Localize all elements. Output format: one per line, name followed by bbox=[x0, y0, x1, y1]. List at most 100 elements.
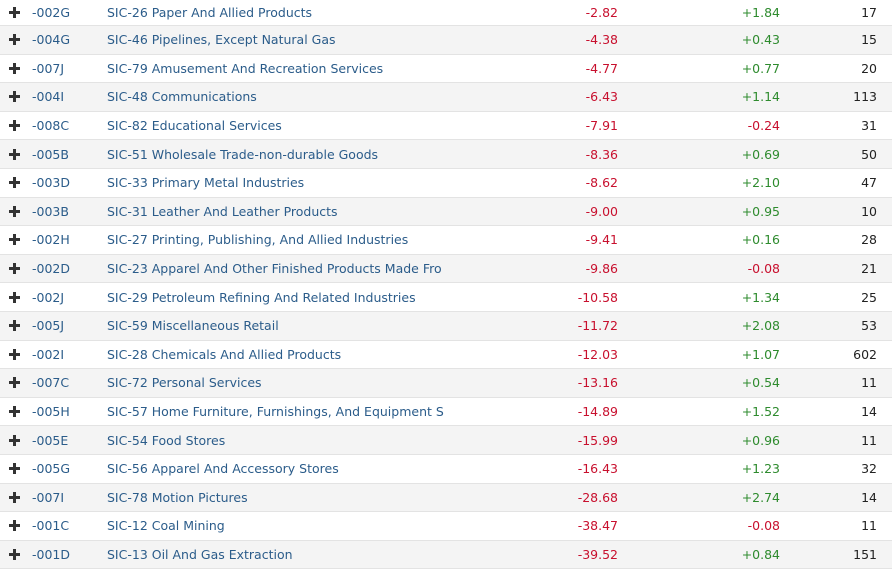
industry-code: -002D bbox=[32, 261, 70, 277]
expand-plus-icon[interactable] bbox=[9, 426, 21, 454]
expand-plus-icon[interactable] bbox=[9, 283, 21, 311]
expand-plus-icon[interactable] bbox=[9, 255, 21, 283]
industry-name-link[interactable]: SIC-23 Apparel And Other Finished Produc… bbox=[107, 255, 442, 283]
industry-name-link[interactable]: SIC-82 Educational Services bbox=[107, 112, 282, 140]
company-count: 151 bbox=[853, 546, 877, 562]
expand-plus-icon[interactable] bbox=[9, 26, 21, 54]
industry-name-link[interactable]: SIC-46 Pipelines, Except Natural Gas bbox=[107, 26, 336, 54]
industry-code: -007I bbox=[32, 489, 65, 505]
company-count: 113 bbox=[853, 89, 877, 105]
expand-plus-icon[interactable] bbox=[9, 55, 21, 83]
performance-value: -12.03 bbox=[577, 346, 618, 362]
company-count: 11 bbox=[861, 432, 877, 448]
industry-name-link[interactable]: SIC-29 Petroleum Refining And Related In… bbox=[107, 283, 416, 311]
company-count: 15 bbox=[861, 32, 877, 48]
expand-plus-icon[interactable] bbox=[9, 198, 21, 226]
company-count: 47 bbox=[861, 175, 877, 191]
industry-name-link[interactable]: SIC-48 Communications bbox=[107, 83, 257, 111]
table-row[interactable]: -007C SIC-72 Personal Services -13.16 +0.54… bbox=[0, 369, 892, 398]
change-value: +2.74 bbox=[741, 489, 780, 505]
table-row[interactable]: -003B SIC-31 Leather And Leather Products… bbox=[0, 197, 892, 227]
table-row[interactable]: -004G SIC-46 Pipelines, Except Natural Ga… bbox=[0, 26, 892, 55]
expand-plus-icon[interactable] bbox=[9, 541, 21, 569]
expand-plus-icon[interactable] bbox=[9, 341, 21, 369]
company-count: 31 bbox=[861, 118, 877, 134]
industry-name-link[interactable]: SIC-59 Miscellaneous Retail bbox=[107, 312, 279, 340]
industry-name-link[interactable]: SIC-78 Motion Pictures bbox=[107, 484, 248, 512]
expand-plus-icon[interactable] bbox=[9, 369, 21, 397]
table-row[interactable]: -005E SIC-54 Food Stores -15.99 +0.96 11 bbox=[0, 426, 892, 455]
table-row[interactable]: -004I SIC-48 Communications -6.43 +1.14 113 bbox=[0, 83, 892, 112]
industry-name-link[interactable]: SIC-57 Home Furniture, Furnishings, And … bbox=[107, 398, 444, 426]
table-row[interactable]: -005J SIC-59 Miscellaneous Retail -11.72 +2… bbox=[0, 311, 892, 341]
expand-plus-icon[interactable] bbox=[9, 455, 21, 483]
table-row[interactable]: -008C SIC-82 Educational Services -7.91 -0.… bbox=[0, 111, 892, 141]
expand-plus-icon[interactable] bbox=[9, 398, 21, 426]
industry-code: -005E bbox=[32, 432, 69, 448]
performance-value: -38.47 bbox=[577, 518, 618, 534]
performance-value: -9.00 bbox=[585, 203, 618, 219]
company-count: 28 bbox=[861, 232, 877, 248]
industry-code: -005G bbox=[32, 461, 71, 477]
industry-code: -007C bbox=[32, 375, 70, 391]
table-row[interactable]: -002D SIC-23 Apparel And Other Finished P… bbox=[0, 254, 892, 284]
industry-code: -007J bbox=[32, 60, 65, 76]
change-value: +0.54 bbox=[741, 375, 780, 391]
change-value: +2.08 bbox=[741, 318, 780, 334]
industry-name-link[interactable]: SIC-12 Coal Mining bbox=[107, 512, 225, 540]
change-value: +0.77 bbox=[741, 60, 780, 76]
company-count: 10 bbox=[861, 203, 877, 219]
table-row[interactable]: -005G SIC-56 Apparel And Accessory Stores… bbox=[0, 454, 892, 484]
expand-plus-icon[interactable] bbox=[9, 512, 21, 540]
table-row[interactable]: -001C SIC-12 Coal Mining -38.47 -0.08 11 bbox=[0, 512, 892, 541]
table-row[interactable]: -007J SIC-79 Amusement And Recreation Ser… bbox=[0, 54, 892, 84]
industry-code: -003B bbox=[32, 203, 69, 219]
change-value: -0.24 bbox=[747, 118, 780, 134]
company-count: 17 bbox=[861, 5, 877, 20]
performance-value: -15.99 bbox=[577, 432, 618, 448]
performance-value: -9.86 bbox=[585, 261, 618, 277]
industry-name-link[interactable]: SIC-56 Apparel And Accessory Stores bbox=[107, 455, 339, 483]
expand-plus-icon[interactable] bbox=[9, 112, 21, 140]
industry-name-link[interactable]: SIC-79 Amusement And Recreation Services bbox=[107, 55, 383, 83]
industry-name-link[interactable]: SIC-54 Food Stores bbox=[107, 426, 225, 454]
table-row[interactable]: -003D SIC-33 Primary Metal Industries -8.6… bbox=[0, 168, 892, 198]
performance-value: -13.16 bbox=[577, 375, 618, 391]
industry-name-link[interactable]: SIC-27 Printing, Publishing, And Allied … bbox=[107, 226, 408, 254]
company-count: 14 bbox=[861, 404, 877, 420]
expand-plus-icon[interactable] bbox=[9, 83, 21, 111]
table-row[interactable]: -005H SIC-57 Home Furniture, Furnishings,… bbox=[0, 397, 892, 427]
industry-name-link[interactable]: SIC-51 Wholesale Trade-non-durable Goods bbox=[107, 140, 378, 168]
industry-code: -002J bbox=[32, 289, 65, 305]
table-row[interactable]: -002I SIC-28 Chemicals And Allied Product… bbox=[0, 340, 892, 370]
table-row[interactable]: -002J SIC-29 Petroleum Refining And Relat… bbox=[0, 283, 892, 312]
industry-code: -005B bbox=[32, 146, 69, 162]
industry-code: -001C bbox=[32, 518, 70, 534]
expand-plus-icon[interactable] bbox=[9, 226, 21, 254]
industry-name-link[interactable]: SIC-26 Paper And Allied Products bbox=[107, 0, 312, 25]
expand-plus-icon[interactable] bbox=[9, 312, 21, 340]
change-value: +1.34 bbox=[741, 289, 780, 305]
table-row[interactable]: -007I SIC-78 Motion Pictures -28.68 +2.74 14 bbox=[0, 483, 892, 513]
table-row[interactable]: -005B SIC-51 Wholesale Trade-non-durable … bbox=[0, 140, 892, 169]
industry-name-link[interactable]: SIC-31 Leather And Leather Products bbox=[107, 198, 338, 226]
expand-plus-icon[interactable] bbox=[9, 169, 21, 197]
table-row[interactable]: -002G SIC-26 Paper And Allied Products -2.… bbox=[0, 0, 892, 26]
performance-value: -8.36 bbox=[585, 146, 618, 162]
industry-code: -002I bbox=[32, 346, 65, 362]
table-row[interactable]: -002H SIC-27 Printing, Publishing, And Al… bbox=[0, 226, 892, 255]
performance-value: -2.82 bbox=[585, 5, 618, 20]
change-value: -0.08 bbox=[747, 518, 780, 534]
industry-code: -002H bbox=[32, 232, 70, 248]
table-row[interactable]: -001D SIC-13 Oil And Gas Extraction -39.52… bbox=[0, 540, 892, 569]
change-value: +0.43 bbox=[741, 32, 780, 48]
industry-name-link[interactable]: SIC-33 Primary Metal Industries bbox=[107, 169, 304, 197]
company-count: 21 bbox=[861, 261, 877, 277]
expand-plus-icon[interactable] bbox=[9, 484, 21, 512]
industry-name-link[interactable]: SIC-72 Personal Services bbox=[107, 369, 262, 397]
industry-code: -008C bbox=[32, 118, 70, 134]
industry-name-link[interactable]: SIC-28 Chemicals And Allied Products bbox=[107, 341, 341, 369]
expand-plus-icon[interactable] bbox=[9, 0, 21, 25]
expand-plus-icon[interactable] bbox=[9, 140, 21, 168]
industry-name-link[interactable]: SIC-13 Oil And Gas Extraction bbox=[107, 541, 293, 569]
